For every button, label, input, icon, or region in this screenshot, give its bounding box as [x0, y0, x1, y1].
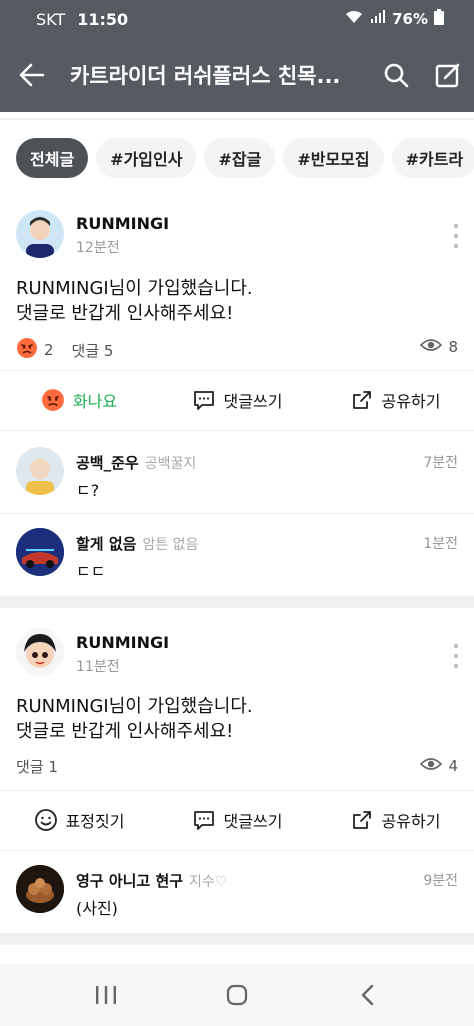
comment-item[interactable]: 할게 없음 암튼 없음 1분전 ㄷㄷ: [0, 514, 474, 596]
post-meta: 댓글 1: [16, 756, 58, 777]
more-options-button[interactable]: [446, 644, 466, 668]
post-time: 12분전: [76, 240, 120, 256]
post-actions: 화나요 댓글쓰기 공유하기: [0, 371, 474, 429]
reaction-count[interactable]: 2: [44, 341, 54, 359]
comment-author-nick: 공백꿀지: [144, 456, 197, 472]
react-button[interactable]: 화나요: [0, 371, 158, 429]
page-title: 카트라이더 러쉬플러스 친목...: [70, 64, 341, 88]
avatar[interactable]: [16, 628, 64, 676]
chip-banmo[interactable]: #반모모집: [283, 138, 384, 178]
clock: 11:50: [77, 9, 129, 29]
comment-text: (사진): [76, 899, 118, 918]
chip-all[interactable]: 전체글: [16, 138, 89, 178]
comment-time: 9분전: [423, 873, 458, 889]
app-bar: 카트라이더 러쉬플러스 친목...: [0, 38, 474, 112]
react-label: 화나요: [72, 392, 118, 411]
write-comment-button[interactable]: 댓글쓰기: [158, 371, 316, 429]
write-comment-label: 댓글쓰기: [223, 392, 283, 411]
view-count-value: 4: [448, 757, 458, 775]
avatar[interactable]: [16, 865, 64, 913]
comment-icon: [193, 811, 214, 830]
share-button[interactable]: 공유하기: [316, 791, 474, 849]
category-chips: 전체글 #가입인사 #잡글 #반모모집 #카트라: [0, 138, 474, 178]
avatar[interactable]: [16, 528, 64, 576]
comment-author[interactable]: 할게 없음 암튼 없음: [76, 533, 198, 554]
post-line: RUNMINGI님이 가입했습니다.: [16, 278, 253, 299]
comment-author-nick: 암튼 없음: [142, 537, 199, 553]
avatar[interactable]: [16, 447, 64, 495]
post-actions: 표정짓기 댓글쓰기 공유하기: [0, 791, 474, 849]
comment-item[interactable]: 공백_준우 공백꿀지 7분전 ㄷ?: [0, 431, 474, 513]
angry-emoji-icon: [41, 389, 64, 411]
post-line: 댓글로 반갑게 인사해주세요!: [16, 303, 234, 324]
post-card[interactable]: RUNMINGI 11분전 RUNMINGI님이 가입했습니다. 댓글로 반갑게…: [0, 608, 474, 788]
share-icon: [352, 811, 371, 829]
back-nav-button[interactable]: [338, 965, 398, 1025]
recents-icon: [95, 986, 116, 1004]
comment-count[interactable]: 댓글 1: [16, 756, 58, 777]
search-button[interactable]: [370, 38, 422, 112]
comment-text: ㄷㄷ: [76, 562, 106, 581]
write-comment-label: 댓글쓰기: [223, 812, 283, 831]
view-count: 8: [420, 337, 458, 357]
share-label: 공유하기: [381, 812, 441, 831]
view-count: 4: [420, 756, 458, 776]
write-button[interactable]: [422, 38, 474, 112]
comment-author-name: 할게 없음: [76, 535, 137, 553]
post-meta: 2 댓글 5: [16, 337, 113, 363]
compose-icon: [435, 63, 460, 88]
eye-icon: [420, 337, 443, 357]
write-comment-button[interactable]: 댓글쓰기: [158, 791, 316, 849]
react-label: 표정짓기: [65, 812, 125, 831]
chevron-left-icon: [362, 984, 374, 1006]
comment-author[interactable]: 영구 아니고 현구 지수♡: [76, 870, 227, 891]
react-button[interactable]: 표정짓기: [0, 791, 158, 849]
comment-time: 1분전: [423, 536, 458, 552]
comment-author-name: 공백_준우: [76, 454, 139, 472]
chip-greeting[interactable]: #가입인사: [96, 138, 197, 178]
home-icon: [226, 984, 248, 1006]
wifi-icon: [344, 9, 364, 29]
arrow-left-icon: [19, 63, 45, 87]
post-line: RUNMINGI님이 가입했습니다.: [16, 696, 253, 717]
comment-icon: [193, 391, 214, 410]
divider: [0, 118, 474, 120]
carrier: SKT: [36, 9, 66, 29]
battery-icon: [434, 9, 444, 29]
share-icon: [352, 391, 371, 409]
system-nav-bar: [0, 964, 474, 1026]
recent-apps-button[interactable]: [76, 965, 136, 1025]
post-author[interactable]: RUNMINGI: [76, 214, 169, 233]
battery-percent: 76%: [392, 10, 428, 28]
home-button[interactable]: [207, 965, 267, 1025]
back-button[interactable]: [0, 38, 64, 112]
more-options-button[interactable]: [446, 224, 466, 248]
comment-author[interactable]: 공백_준우 공백꿀지: [76, 452, 196, 473]
share-button[interactable]: 공유하기: [316, 371, 474, 429]
avatar[interactable]: [16, 210, 64, 258]
section-gap: [0, 933, 474, 945]
section-gap: [0, 596, 474, 608]
post-time: 11분전: [76, 659, 120, 675]
view-count-value: 8: [448, 338, 458, 356]
angry-emoji-icon: [16, 337, 38, 363]
comment-author-name: 영구 아니고 현구: [76, 872, 184, 890]
chip-kart[interactable]: #카트라: [391, 138, 474, 178]
comment-author-nick: 지수♡: [189, 874, 228, 890]
eye-icon: [420, 756, 443, 776]
share-label: 공유하기: [381, 392, 441, 411]
post-body: RUNMINGI님이 가입했습니다. 댓글로 반갑게 인사해주세요!: [16, 276, 253, 326]
comment-count[interactable]: 댓글 5: [72, 340, 114, 361]
signal-icon: [370, 10, 386, 28]
comment-text: ㄷ?: [76, 481, 100, 500]
post-author[interactable]: RUNMINGI: [76, 633, 169, 652]
search-icon: [384, 63, 409, 88]
comment-item[interactable]: 영구 아니고 현구 지수♡ 9분전 (사진): [0, 851, 474, 933]
smile-icon: [34, 809, 57, 831]
chip-misc[interactable]: #잡글: [204, 138, 276, 178]
post-body: RUNMINGI님이 가입했습니다. 댓글로 반갑게 인사해주세요!: [16, 694, 253, 744]
post-line: 댓글로 반갑게 인사해주세요!: [16, 721, 234, 742]
status-bar: SKT 11:50 76%: [0, 0, 474, 38]
comment-time: 7분전: [423, 455, 458, 471]
